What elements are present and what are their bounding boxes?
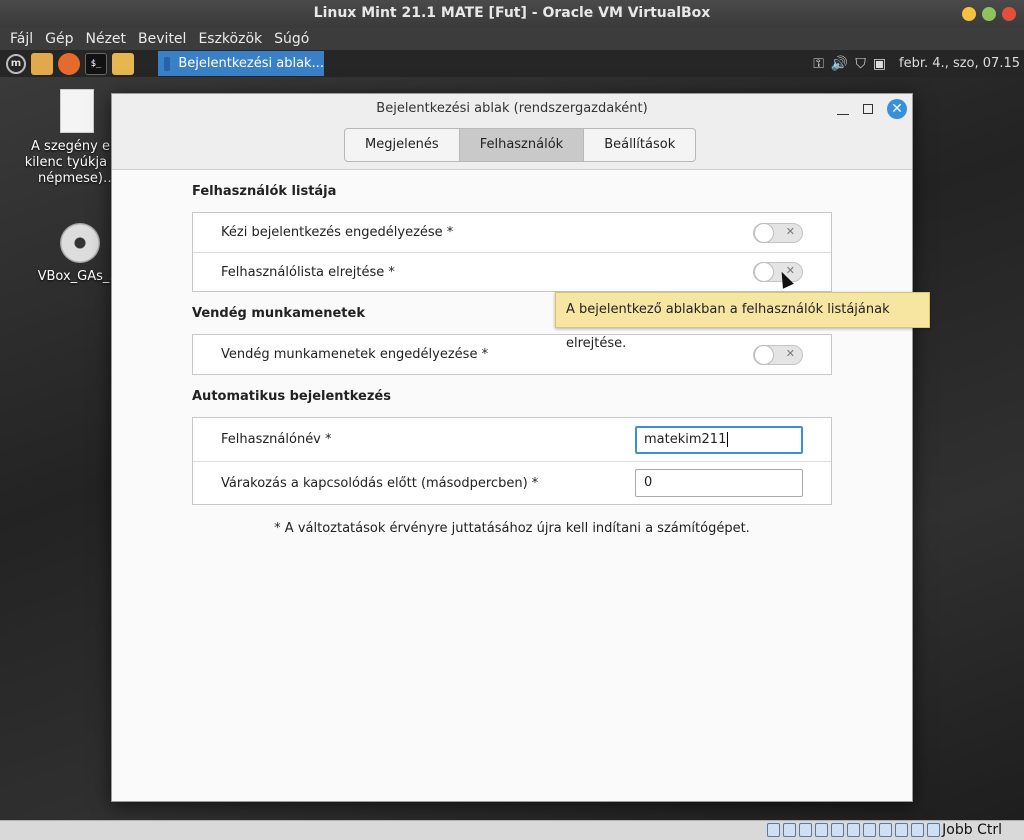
maximize-icon[interactable]	[863, 104, 873, 114]
delay-label: Várakozás a kapcsolódás előtt (másodperc…	[221, 475, 539, 491]
menu-machine[interactable]: Gép	[39, 31, 79, 47]
document-icon	[60, 89, 94, 133]
minimize-icon[interactable]	[962, 7, 976, 21]
host-window-controls	[962, 7, 1016, 21]
optical-drive-icon[interactable]	[783, 823, 796, 837]
tab-bar: Megjelenés Felhasználók Beállítások	[344, 128, 697, 162]
login-window-settings-dialog: Bejelentkezési ablak (rendszergazdaként)…	[111, 93, 913, 802]
mouse-integration-icon[interactable]	[911, 823, 924, 837]
manual-login-switch[interactable]: ✕	[753, 222, 803, 243]
switch-knob	[754, 344, 774, 365]
terminal-launcher-icon[interactable]: $_	[85, 52, 107, 75]
hide-user-list-label: Felhasználólista elrejtése *	[221, 264, 395, 280]
section-title-autologin: Automatikus bejelentkezés	[192, 389, 391, 404]
clipboard-icon[interactable]: ▣	[873, 56, 886, 72]
section-title-user-list: Felhasználók listája	[192, 184, 337, 199]
username-row: Felhasználónév * matekim211	[193, 418, 831, 461]
hard-disk-icon[interactable]	[767, 823, 780, 837]
allow-guest-label: Vendég munkamenetek engedélyezése *	[221, 347, 489, 362]
login-window-icon	[164, 56, 171, 71]
clock[interactable]: febr. 4., szo, 07.15	[899, 56, 1020, 71]
recording-icon[interactable]	[879, 823, 892, 837]
shield-icon[interactable]: ⛉	[855, 56, 866, 72]
delay-input[interactable]: 0	[635, 469, 803, 497]
guest-group: Vendég munkamenetek engedélyezése * ✕	[192, 334, 832, 375]
dialog-title: Bejelentkezési ablak (rendszergazdaként)	[376, 101, 648, 116]
vm-device-indicators	[767, 823, 940, 837]
disc-icon	[60, 223, 100, 263]
mint-menu-icon[interactable]: m	[6, 53, 26, 74]
menu-devices[interactable]: Eszközök	[192, 31, 268, 47]
switch-knob	[754, 262, 774, 282]
host-menu-bar: Fájl Gép Nézet Bevitel Eszközök Súgó	[0, 27, 1024, 50]
menu-help[interactable]: Súgó	[268, 31, 315, 47]
host-key-label: Jobb Ctrl	[942, 822, 1002, 838]
close-icon[interactable]	[1002, 7, 1016, 21]
off-icon: ✕	[785, 224, 795, 238]
host-title-bar: Linux Mint 21.1 MATE [Fut] - Oracle VM V…	[0, 0, 1024, 27]
taskbar-item-login-window[interactable]: Bejelentkezési ablak...	[158, 51, 324, 76]
system-tray: ⚿ 🔊 ⛉ ▣ febr. 4., szo, 07.15	[813, 50, 1020, 77]
folder-launcher-icon[interactable]	[112, 52, 134, 75]
volume-icon[interactable]: 🔊	[831, 56, 848, 72]
manual-login-label: Kézi bejelentkezés engedélyezése *	[221, 225, 454, 240]
guest-panel: m $_ Bejelentkezési ablak... ⚿ 🔊 ⛉ ▣ feb…	[0, 50, 1024, 77]
close-button[interactable]: ✕	[887, 99, 907, 119]
keyboard-icon[interactable]	[927, 823, 940, 837]
user-list-group: Kézi bejelentkezés engedélyezése * ✕ Fel…	[192, 212, 832, 292]
maximize-icon[interactable]	[982, 7, 996, 21]
allow-guest-row: Vendég munkamenetek engedélyezése * ✕	[193, 335, 831, 374]
allow-guest-switch[interactable]: ✕	[753, 344, 803, 365]
display-icon[interactable]	[863, 823, 876, 837]
taskbar-item-label: Bejelentkezési ablak...	[178, 56, 324, 71]
dialog-window-controls: ✕	[837, 99, 907, 119]
shared-folders-icon[interactable]	[847, 823, 860, 837]
manual-login-row: Kézi bejelentkezés engedélyezése * ✕	[193, 213, 831, 252]
hide-user-list-tooltip: A bejelentkező ablakban a felhasználók l…	[555, 292, 930, 351]
username-label: Felhasználónév *	[221, 432, 332, 447]
network-icon[interactable]	[815, 823, 828, 837]
delay-row: Várakozás a kapcsolódás előtt (másodperc…	[193, 461, 831, 504]
off-icon: ✕	[785, 346, 795, 360]
menu-view[interactable]: Nézet	[80, 31, 133, 47]
host-window-title: Linux Mint 21.1 MATE [Fut] - Oracle VM V…	[313, 5, 711, 21]
files-launcher-icon[interactable]	[31, 52, 53, 75]
minimize-icon[interactable]	[837, 103, 849, 115]
tab-users[interactable]: Felhasználók	[459, 128, 585, 162]
audio-icon[interactable]	[799, 823, 812, 837]
text-caret	[727, 431, 729, 447]
tab-appearance[interactable]: Megjelenés	[344, 128, 460, 162]
menu-file[interactable]: Fájl	[4, 31, 39, 47]
menu-input[interactable]: Bevitel	[132, 31, 192, 47]
cpu-icon[interactable]	[895, 823, 908, 837]
switch-knob	[754, 222, 774, 243]
username-input[interactable]: matekim211	[635, 425, 803, 454]
host-status-bar: Jobb Ctrl	[0, 820, 1024, 840]
dialog-header: Bejelentkezési ablak (rendszergazdaként)…	[112, 94, 912, 170]
hide-user-list-row: Felhasználólista elrejtése * ✕	[193, 252, 831, 291]
usb-icon[interactable]	[831, 823, 844, 837]
autologin-group: Felhasználónév * matekim211 Várakozás a …	[192, 417, 832, 505]
dialog-content: Felhasználók listája Kézi bejelentkezés …	[192, 170, 832, 536]
tab-settings[interactable]: Beállítások	[584, 128, 697, 162]
firefox-launcher-icon[interactable]	[58, 52, 80, 75]
key-icon[interactable]: ⚿	[813, 56, 824, 72]
restart-note: * A változtatások érvényre juttatásához …	[274, 521, 750, 536]
username-value: matekim211	[644, 431, 727, 447]
